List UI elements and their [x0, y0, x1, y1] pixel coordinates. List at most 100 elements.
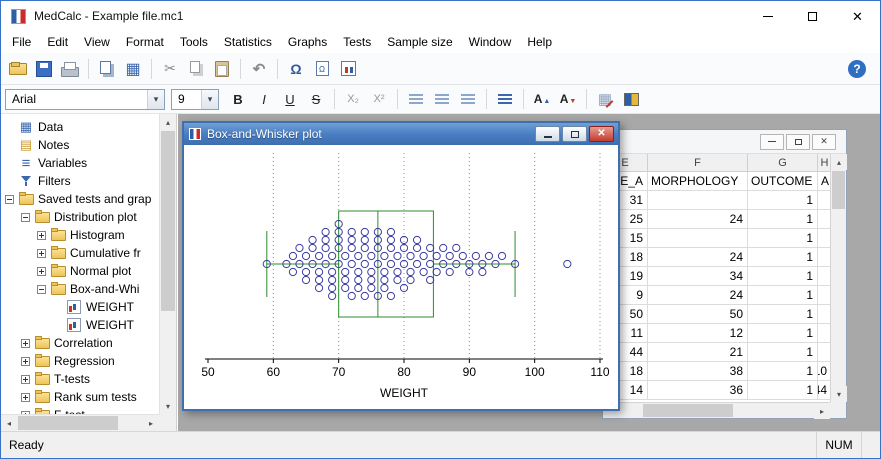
scroll-up-icon[interactable]: ▴	[160, 114, 176, 130]
data-cell[interactable]: 12	[648, 324, 748, 343]
increase-font-button[interactable]: A	[530, 87, 554, 111]
tree-item-notes[interactable]: Notes	[1, 136, 159, 154]
data-cell[interactable]	[648, 229, 748, 248]
scrollbar-thumb[interactable]	[161, 131, 175, 311]
data-cell[interactable]: 1	[748, 248, 818, 267]
variable-name-cell[interactable]: OUTCOME	[748, 172, 818, 191]
data-cell[interactable]	[818, 286, 830, 305]
titlebar[interactable]: MedCalc - Example file.mc1 ✕	[1, 1, 880, 31]
data-cell[interactable]: 24	[648, 210, 748, 229]
scroll-up-icon[interactable]: ▴	[831, 154, 847, 170]
maximize-button[interactable]	[562, 126, 587, 142]
cut-icon[interactable]	[158, 57, 182, 81]
data-cell[interactable]: 38	[648, 362, 748, 381]
data-cell[interactable]	[818, 267, 830, 286]
menu-statistics[interactable]: Statistics	[216, 32, 280, 52]
variable-name-cell[interactable]: A	[818, 172, 830, 191]
data-cell[interactable]	[818, 324, 830, 343]
collapse-icon[interactable]	[21, 212, 30, 222]
variable-name-cell[interactable]: MORPHOLOGY	[648, 172, 748, 191]
expand-icon[interactable]	[21, 356, 30, 366]
data-cell[interactable]: 21	[648, 343, 748, 362]
data-cell[interactable]: 36	[648, 381, 748, 400]
tree-item-distribution-plot[interactable]: Distribution plot	[1, 208, 159, 226]
data-cell[interactable]: 24	[648, 286, 748, 305]
data-cell[interactable]: 34	[648, 267, 748, 286]
tree-item-normal-plot[interactable]: Normal plot	[1, 262, 159, 280]
strikethrough-button[interactable]: S	[304, 87, 328, 111]
paste-icon[interactable]	[210, 57, 234, 81]
chevron-down-icon[interactable]	[147, 89, 164, 109]
expand-icon[interactable]	[21, 392, 30, 402]
font-size-select[interactable]: 9	[171, 88, 219, 110]
expand-icon[interactable]	[37, 248, 46, 258]
column-header-f[interactable]: F	[648, 154, 748, 172]
data-cell[interactable]: 1	[748, 305, 818, 324]
align-center-button[interactable]	[430, 87, 454, 111]
tree-item-box-and-whi[interactable]: Box-and-Whi	[1, 280, 159, 298]
sheet-vertical-scrollbar[interactable]: ▴ ▾	[830, 154, 847, 402]
menu-format[interactable]: Format	[118, 32, 172, 52]
data-cell[interactable]: 50	[648, 305, 748, 324]
collapse-icon[interactable]	[37, 284, 46, 294]
open-icon[interactable]	[6, 57, 30, 81]
data-cell[interactable]	[818, 305, 830, 324]
expand-icon[interactable]	[37, 230, 46, 240]
menu-edit[interactable]: Edit	[39, 32, 76, 52]
subscript-button[interactable]: X₂	[341, 87, 365, 111]
minimize-button[interactable]	[535, 126, 560, 142]
tree-item-f-test[interactable]: F-test	[1, 406, 159, 414]
data-cell[interactable]: 1	[748, 267, 818, 286]
data-table-icon[interactable]	[121, 57, 145, 81]
help-icon[interactable]	[848, 59, 866, 78]
scroll-down-icon[interactable]: ▾	[160, 398, 176, 414]
close-button[interactable]: ✕	[589, 126, 614, 142]
tree-item-regression[interactable]: Regression	[1, 352, 159, 370]
data-cell[interactable]	[818, 210, 830, 229]
data-cell[interactable]: 1	[748, 210, 818, 229]
data-cell[interactable]: 1	[748, 286, 818, 305]
expand-icon[interactable]	[21, 338, 30, 348]
scroll-right-icon[interactable]: ▸	[143, 415, 159, 431]
column-header-g[interactable]: G	[748, 154, 818, 172]
scrollbar-thumb[interactable]	[832, 171, 845, 209]
tree-item-correlation[interactable]: Correlation	[1, 334, 159, 352]
menu-graphs[interactable]: Graphs	[280, 32, 335, 52]
menu-file[interactable]: File	[4, 32, 39, 52]
data-cell[interactable]: 1	[748, 229, 818, 248]
minimize-button[interactable]	[745, 1, 790, 31]
data-cell[interactable]	[648, 191, 748, 210]
data-cell[interactable]	[818, 343, 830, 362]
menu-sample-size[interactable]: Sample size	[379, 32, 460, 52]
close-button[interactable]: ✕	[812, 133, 836, 150]
save-icon[interactable]	[32, 57, 56, 81]
spreadsheet-window[interactable]: ✕ E F G H DE_A MORPHOLOGY OUTCOME A 31 1 25 24 1 15 1 1…	[602, 129, 847, 419]
scrollbar-thumb[interactable]	[643, 404, 733, 417]
data-cell[interactable]: 24	[648, 248, 748, 267]
menu-tests[interactable]: Tests	[335, 32, 379, 52]
spreadsheet-titlebar[interactable]: ✕	[603, 130, 846, 154]
close-button[interactable]: ✕	[835, 1, 880, 31]
data-cell[interactable]	[818, 229, 830, 248]
data-cell[interactable]: 1	[748, 191, 818, 210]
data-cell[interactable]: 1	[748, 324, 818, 343]
data-cell[interactable]: 10	[818, 362, 830, 381]
insert-graph-icon[interactable]	[336, 57, 360, 81]
print-icon[interactable]	[58, 57, 82, 81]
plot-window[interactable]: Box-and-Whisker plot ✕ 50 60 70 80 90 100 110 W…	[182, 121, 620, 411]
data-cell[interactable]	[818, 191, 830, 210]
data-cell[interactable]: 1	[748, 362, 818, 381]
menu-window[interactable]: Window	[461, 32, 520, 52]
tree-item-data[interactable]: Data	[1, 118, 159, 136]
plot-titlebar[interactable]: Box-and-Whisker plot ✕	[184, 123, 618, 145]
expand-icon[interactable]	[21, 374, 30, 384]
restore-button[interactable]	[786, 133, 810, 150]
italic-button[interactable]: I	[252, 87, 276, 111]
chevron-down-icon[interactable]	[201, 89, 218, 109]
format-cells-icon[interactable]	[593, 87, 617, 111]
insert-symbol-icon[interactable]	[310, 57, 334, 81]
list-button[interactable]	[493, 87, 517, 111]
superscript-button[interactable]: X²	[367, 87, 391, 111]
minimize-button[interactable]	[760, 133, 784, 150]
copy-page-icon[interactable]	[95, 57, 119, 81]
